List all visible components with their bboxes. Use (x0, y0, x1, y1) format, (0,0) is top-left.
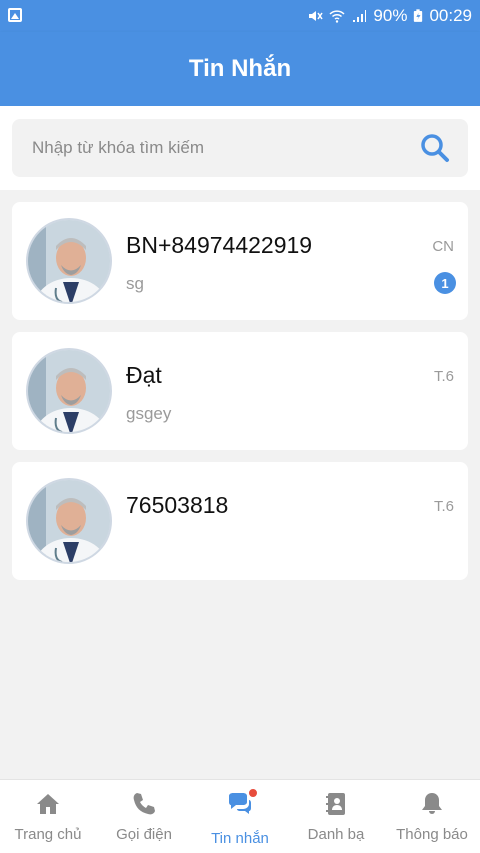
avatar (26, 218, 112, 304)
message-preview: sg (126, 274, 144, 293)
message-day: CN (432, 238, 454, 255)
nav-label: Thông báo (396, 826, 468, 843)
conversation-list: BN+84974422919 sg CN 1 Đạt gsgey T.6 765… (12, 202, 468, 592)
wifi-icon (329, 10, 345, 23)
nav-label: Gọi điện (116, 826, 172, 843)
signal-icon (353, 10, 367, 22)
contact-name: BN+84974422919 (126, 232, 313, 258)
avatar (26, 348, 112, 434)
nav-messages[interactable]: Tin nhắn (192, 780, 288, 853)
conversation-item[interactable]: BN+84974422919 sg CN 1 (12, 202, 468, 320)
nav-home[interactable]: Trang chủ (0, 780, 96, 853)
nav-label: Trang chủ (14, 826, 82, 843)
battery-percent: 90% (373, 6, 408, 25)
app-bar: Tin Nhắn (0, 32, 480, 106)
status-icons: 90% 00:29 (307, 6, 472, 26)
page-title: Tin Nhắn (188, 55, 292, 82)
search-input[interactable] (12, 119, 402, 177)
message-day: T.6 (433, 368, 454, 385)
contacts-icon (326, 793, 345, 815)
home-icon (37, 794, 59, 814)
nav-label: Tin nhắn (211, 830, 269, 847)
nav-notifications[interactable]: Thông báo (384, 780, 480, 853)
conversation-item[interactable]: Đạt gsgey T.6 (12, 332, 468, 450)
bottom-navigation: Trang chủ Gọi điện Tin nhắn Danh bạ Thôn… (0, 779, 480, 853)
search-icon[interactable] (420, 133, 450, 163)
clock: 00:29 (429, 6, 472, 25)
gallery-notification-icon (8, 8, 22, 22)
phone-icon (133, 793, 155, 815)
nav-label: Danh bạ (307, 826, 365, 843)
contact-name: Đạt (126, 362, 162, 388)
search-box (12, 119, 468, 177)
message-preview: gsgey (126, 404, 172, 423)
unread-badge: 1 (434, 272, 456, 294)
contact-name: 76503818 (126, 492, 229, 518)
mute-icon (309, 11, 324, 21)
nav-call[interactable]: Gọi điện (96, 780, 192, 853)
avatar (26, 478, 112, 564)
conversation-item[interactable]: 76503818 T.6 (12, 462, 468, 580)
search-section (0, 106, 480, 190)
message-day: T.6 (433, 498, 454, 515)
battery-icon (414, 9, 423, 22)
notification-dot (248, 788, 258, 798)
bell-icon (422, 793, 442, 814)
status-bar: 90% 00:29 (0, 0, 480, 32)
nav-contacts[interactable]: Danh bạ (288, 780, 384, 853)
